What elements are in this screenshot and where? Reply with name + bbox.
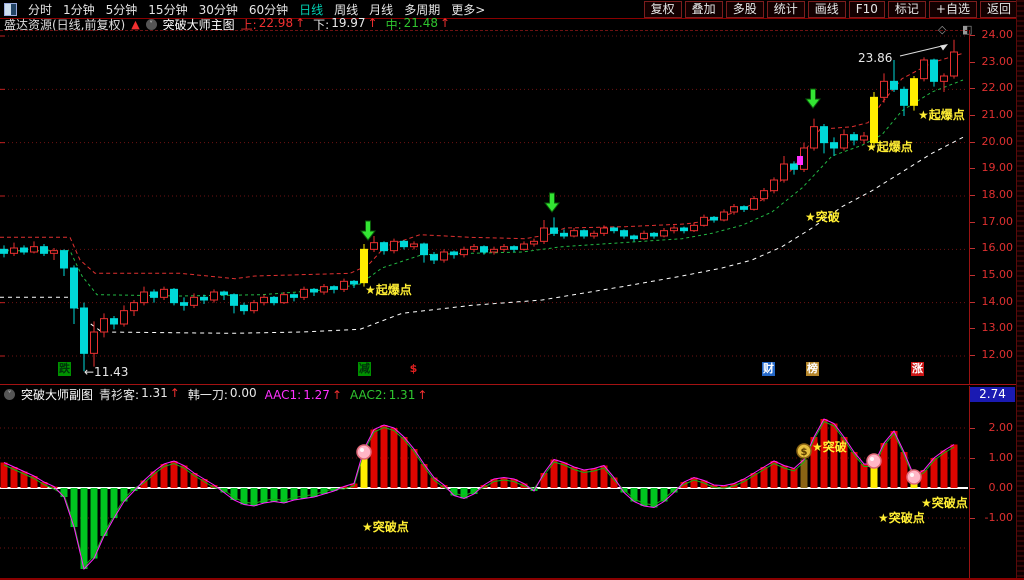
signal-arrows [359,88,822,241]
indicator-collapse-icon[interactable]: ˅ [145,19,157,30]
event-badge-榜: 榜 [806,362,819,376]
toolbar-button-复权[interactable]: 复权 [643,0,682,18]
axis-tick [970,275,975,276]
price-axis-label: 20.00 [981,134,1014,148]
axis-tick [970,141,975,143]
axis-tick [970,488,975,489]
event-badge-涨: 涨 [911,362,924,376]
axis-tick [970,195,975,196]
main-chart-panel[interactable]: ★起爆点 ★突破 ★起爆点 ★起爆点 23.86 ←11.43 [0,30,968,385]
period-tab-1分钟[interactable]: 1分钟 [63,1,95,18]
toolbar-button-返回[interactable]: 返回 [979,0,1018,18]
svg-text:★起爆点: ★起爆点 [365,282,412,297]
price-axis-label: 19.00 [981,161,1014,175]
svg-text:$: $ [801,447,808,458]
axis-tick [970,301,975,303]
axis-tick [970,168,975,170]
svg-text:★突破: ★突破 [805,209,840,224]
sub-indicator-name: 突破大师副图 [21,388,94,402]
indicator-field: 韩一刀: 0.00 [187,386,257,402]
sub-chart-header: ˅ 突破大师副图 青衫客: 1.31 ↑ 韩一刀: 0.00 AAC1: 1.27 ↑ A… [0,386,972,403]
event-badge-$: $ [409,362,418,375]
svg-text:★起爆点: ★起爆点 [918,107,965,122]
period-tab-月线[interactable]: 月线 [369,1,393,18]
sub-chart-canvas[interactable]: $★突破点★突破★突破点★突破点 [0,404,968,578]
layout-icon[interactable] [4,2,17,16]
period-tab-30分钟[interactable]: 30分钟 [199,1,238,18]
event-badge-减: 减 [358,362,371,376]
period-tab-周线[interactable]: 周线 [334,1,358,18]
price-axis-label: 23.00 [981,54,1014,68]
period-tab-60分钟[interactable]: 60分钟 [249,1,288,18]
indicator-field: AAC2: 1.31 ↑ [350,388,428,402]
toolbar-button-标记[interactable]: 标记 [887,0,926,18]
svg-text:★突破点: ★突破点 [362,519,409,534]
axis-tick [970,458,975,459]
toolbar-button-画线[interactable]: 画线 [807,0,846,18]
event-badge-跌: 跌 [58,362,71,376]
price-axis-label: 14.00 [981,294,1014,308]
indicator-field: 青衫客: 1.31 ↑ [99,386,180,402]
sub-chart-panel[interactable]: $ ★突破点 ★突破 ★突破点 ★突破点 [0,404,968,578]
period-tab-多周期[interactable]: 多周期 [404,1,440,18]
price-axis-label: 24.00 [981,28,1014,41]
top-toolbar: 分时 1分钟 5分钟 15分钟 30分钟 60分钟 日线 周线 月线 多周期 更多> 复权 叠加 多股统… [0,0,1024,19]
period-tab-15分钟[interactable]: 15分钟 [148,1,187,18]
main-gridlines [0,35,968,357]
toolbar-buttons: 复权 叠加 多股 统计 画线 F10 标记 +自选 返回 [643,0,1024,18]
period-tab-分时[interactable]: 分时 [28,1,52,18]
toolbar-button-统计[interactable]: 统计 [766,0,805,18]
svg-text:←11.43: ←11.43 [84,365,128,379]
price-axis-label: 12.00 [981,348,1014,361]
toolbar-button-叠加[interactable]: 叠加 [684,0,723,18]
axis-tick [970,88,975,90]
indicator-axis: 2.00 1.00 0.00 -1.00 [969,386,1016,578]
panel-separator[interactable] [0,384,1016,385]
axis-tick [970,428,975,429]
indicator-axis-label: 1.00 [988,451,1014,464]
indicator-axis-label: 0.00 [988,481,1014,494]
svg-text:★起爆点: ★起爆点 [866,139,913,154]
period-tabs: 分时 1分钟 5分钟 15分钟 30分钟 60分钟 日线 周线 月线 多周期 更多> [0,1,644,18]
current-value-badge: 2.74 [970,387,1015,402]
axis-tick [970,35,975,36]
toolbar-button-+自选[interactable]: +自选 [928,0,977,18]
sub-collapse-icon[interactable]: ˅ [4,389,15,400]
price-axis-label: 15.00 [981,268,1014,281]
svg-text:★突破点: ★突破点 [878,510,925,525]
price-axis-label: 16.00 [981,241,1014,255]
price-axis-label: 17.00 [981,214,1014,228]
axis-tick [970,328,975,330]
main-chart-canvas[interactable]: ★起爆点 ★突破 ★起爆点 ★起爆点 23.86 ←11.43 [0,31,968,384]
toolbar-button-多股[interactable]: 多股 [725,0,764,18]
indicator-axis-label: -1.00 [984,511,1013,524]
indicator-field: AAC1: 1.27 ↑ [264,388,342,402]
app-window: 分时 1分钟 5分钟 15分钟 30分钟 60分钟 日线 周线 月线 多周期 更多> 复权 叠加 多股统… [0,0,1024,580]
svg-text:★突破点: ★突破点 [921,495,968,510]
axis-tick [970,115,975,116]
period-tab-更多>[interactable]: 更多> [451,1,485,18]
price-axis-label: 13.00 [981,321,1014,335]
axis-tick [970,248,975,250]
price-axis-label: 18.00 [981,188,1014,201]
price-axis: 24.00 23.00 22.00 21.00 20.00 19.00 18.00 17.00… [969,28,1016,384]
period-tab-5分钟[interactable]: 5分钟 [106,1,138,18]
sub-indicator-values: 青衫客: 1.31 ↑ 韩一刀: 0.00 AAC1: 1.27 ↑ AAC2: 1.31… [99,386,435,403]
indicator-axis-label: 2.00 [988,421,1014,434]
price-axis-label: 21.00 [981,108,1014,121]
right-edge-strip[interactable] [1016,0,1024,580]
svg-text:★突破: ★突破 [812,439,847,454]
price-axis-label: 22.00 [981,81,1014,95]
chart-title-bar: 盛达资源(日线,前复权) ▲ ˅ 突破大师主图 上: 22.98 ↑ 下: 19.9… [0,16,972,32]
svg-text:23.86: 23.86 [858,51,892,65]
axis-tick [970,518,975,519]
toolbar-button-F10[interactable]: F10 [848,0,885,18]
buy-marker [797,156,803,165]
axis-tick [970,355,975,356]
event-badge-财: 财 [762,362,775,376]
period-tab-日线[interactable]: 日线 [299,1,323,18]
axis-tick [970,221,975,223]
axis-tick [970,61,975,63]
